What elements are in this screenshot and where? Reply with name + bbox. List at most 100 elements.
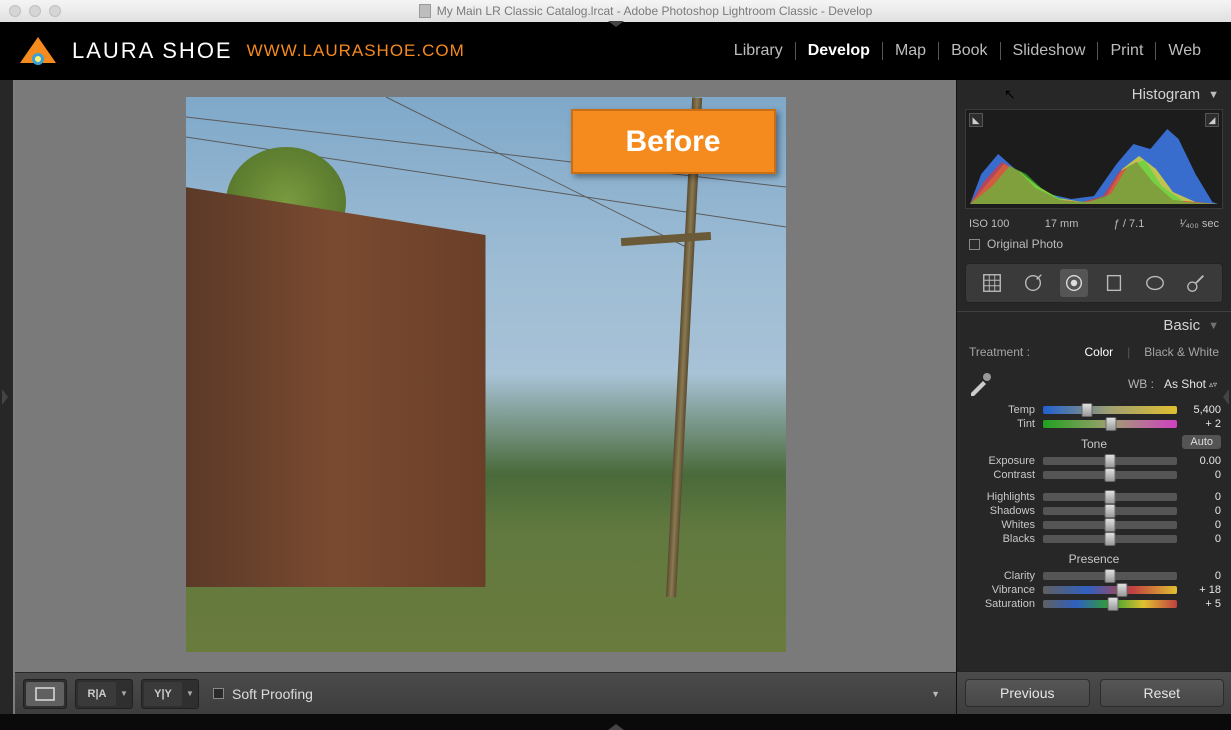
exposure-slider[interactable]: Exposure0.00 (957, 454, 1231, 468)
shadows-value[interactable]: 0 (1185, 505, 1221, 517)
histogram-panel-header[interactable]: Histogram ▼ (957, 80, 1231, 109)
redeye-tool-icon[interactable] (1060, 269, 1088, 297)
wb-eyedropper-icon[interactable] (965, 369, 995, 399)
tint-slider[interactable]: Tint + 2 (957, 417, 1231, 431)
module-develop[interactable]: Develop (796, 42, 883, 60)
graduated-filter-tool-icon[interactable] (1100, 269, 1128, 297)
exposure-thumb[interactable] (1105, 454, 1116, 468)
soft-proofing-label: Soft Proofing (232, 686, 313, 702)
module-picker: Library Develop Map Book Slideshow Print… (722, 42, 1213, 60)
before-after-view-button[interactable]: Y|Y (144, 682, 182, 706)
canvas[interactable]: Before (15, 80, 956, 672)
zoom-window-icon[interactable] (49, 5, 61, 17)
basic-panel-header[interactable]: Basic ▼ (957, 311, 1231, 339)
brand-logo-icon (18, 33, 58, 69)
basic-collapse-icon[interactable]: ▼ (1208, 320, 1219, 332)
identity-plate-row: LAURA SHOE WWW.LAURASHOE.COM Library Dev… (0, 22, 1231, 80)
histogram[interactable]: ◣ ◢ (965, 109, 1223, 209)
loupe-view-button[interactable] (26, 682, 64, 706)
before-after-dropdown-icon[interactable]: ▼ (184, 682, 196, 706)
crop-tool-icon[interactable] (978, 269, 1006, 297)
saturation-value[interactable]: + 5 (1185, 598, 1221, 610)
saturation-slider[interactable]: Saturation + 5 (957, 597, 1231, 611)
minimize-window-icon[interactable] (29, 5, 41, 17)
clarity-value[interactable]: 0 (1185, 570, 1221, 582)
clarity-slider[interactable]: Clarity 0 (957, 569, 1231, 583)
contrast-thumb[interactable] (1105, 468, 1116, 482)
wb-value: As Shot (1164, 377, 1206, 391)
soft-proofing-checkbox[interactable] (213, 688, 224, 699)
soft-proofing-toggle[interactable]: Soft Proofing (213, 686, 313, 702)
module-map[interactable]: Map (883, 42, 939, 60)
vibrance-thumb[interactable] (1117, 583, 1128, 597)
blacks-thumb[interactable] (1105, 532, 1116, 546)
vibrance-slider[interactable]: Vibrance+ 18 (957, 583, 1231, 597)
auto-tone-button[interactable]: Auto (1182, 435, 1221, 449)
whites-value[interactable]: 0 (1185, 519, 1221, 531)
module-library[interactable]: Library (722, 42, 796, 60)
histogram-collapse-icon[interactable]: ▼ (1208, 89, 1219, 101)
temp-thumb[interactable] (1082, 403, 1093, 417)
module-book[interactable]: Book (939, 42, 1000, 60)
spot-removal-tool-icon[interactable] (1019, 269, 1047, 297)
reference-view-button[interactable]: R|A (78, 682, 116, 706)
original-photo-label: Original Photo (987, 237, 1063, 251)
contrast-slider[interactable]: Contrast0 (957, 468, 1231, 482)
highlights-slider[interactable]: Highlights0 (957, 490, 1231, 504)
photo-preview[interactable]: Before (186, 97, 786, 652)
presence-section: Presence (957, 546, 1231, 569)
wb-dropdown[interactable]: As Shot▵▿ (1164, 377, 1221, 391)
reset-button[interactable]: Reset (1100, 679, 1225, 707)
clarity-thumb[interactable] (1105, 569, 1116, 583)
module-print[interactable]: Print (1098, 42, 1156, 60)
tint-label: Tint (967, 418, 1035, 430)
tint-thumb[interactable] (1106, 417, 1117, 431)
highlights-thumb[interactable] (1105, 490, 1116, 504)
right-panel: Histogram ▼ ◣ ◢ ISO 100 17 mm ƒ / 7.1 ¹⁄… (956, 80, 1231, 714)
temp-label: Temp (967, 404, 1035, 416)
temp-slider[interactable]: Temp 5,400 (957, 403, 1231, 417)
highlights-value[interactable]: 0 (1185, 491, 1221, 503)
saturation-label: Saturation (967, 598, 1035, 610)
exif-aperture: ƒ / 7.1 (1114, 218, 1145, 230)
shadow-clipping-icon[interactable]: ◣ (969, 113, 983, 127)
before-badge: Before (571, 109, 776, 174)
whites-slider[interactable]: Whites0 (957, 518, 1231, 532)
shadows-label: Shadows (967, 505, 1035, 517)
blacks-label: Blacks (967, 533, 1035, 545)
filmstrip-expand-icon[interactable] (608, 724, 624, 730)
top-panel-expand-icon[interactable] (608, 21, 624, 27)
contrast-value[interactable]: 0 (1185, 469, 1221, 481)
module-web[interactable]: Web (1156, 42, 1213, 60)
blacks-value[interactable]: 0 (1185, 533, 1221, 545)
saturation-thumb[interactable] (1107, 597, 1118, 611)
clarity-label: Clarity (967, 570, 1035, 582)
close-window-icon[interactable] (9, 5, 21, 17)
histogram-title: Histogram (1132, 86, 1200, 103)
shadows-thumb[interactable] (1105, 504, 1116, 518)
left-panel-expand-icon[interactable] (2, 389, 8, 405)
original-photo-toggle[interactable]: Original Photo (957, 233, 1231, 259)
white-balance-row: WB : As Shot▵▿ (957, 365, 1231, 403)
right-panel-expand-icon[interactable] (1223, 389, 1229, 405)
blacks-slider[interactable]: Blacks 0 (957, 532, 1231, 546)
highlight-clipping-icon[interactable]: ◢ (1205, 113, 1219, 127)
temp-value[interactable]: 5,400 (1185, 404, 1221, 416)
reference-view-dropdown-icon[interactable]: ▼ (118, 682, 130, 706)
vibrance-value[interactable]: + 18 (1185, 584, 1221, 596)
original-photo-checkbox[interactable] (969, 239, 980, 250)
right-panel-footer: Previous Reset (957, 671, 1231, 714)
wb-label: WB : (1005, 377, 1154, 391)
toolbar-options-dropdown-icon[interactable]: ▼ (931, 689, 940, 699)
previous-button[interactable]: Previous (965, 679, 1090, 707)
treatment-bw[interactable]: Black & White (1144, 345, 1219, 359)
tint-value[interactable]: + 2 (1185, 418, 1221, 430)
adjustment-brush-tool-icon[interactable] (1182, 269, 1210, 297)
whites-thumb[interactable] (1105, 518, 1116, 532)
shadows-slider[interactable]: Shadows 0 (957, 504, 1231, 518)
exposure-value[interactable]: 0.00 (1185, 455, 1221, 467)
module-slideshow[interactable]: Slideshow (1001, 42, 1099, 60)
radial-filter-tool-icon[interactable] (1141, 269, 1169, 297)
identity-plate: LAURA SHOE WWW.LAURASHOE.COM (18, 33, 465, 69)
treatment-color[interactable]: Color (1084, 345, 1113, 359)
